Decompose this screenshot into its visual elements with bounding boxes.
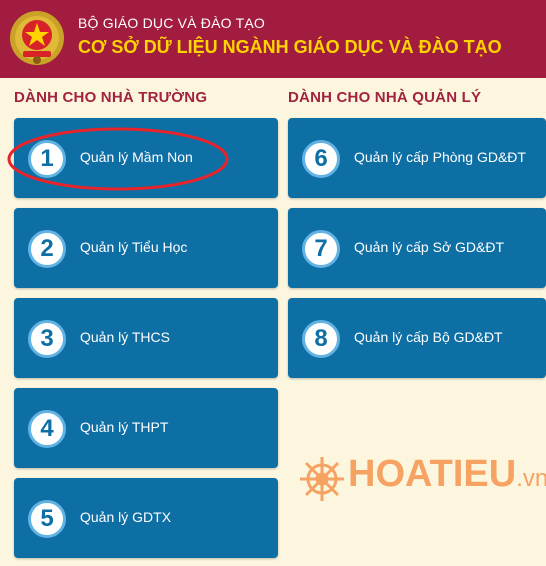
card-number: 5	[28, 500, 66, 538]
watermark-text: HOATIEU.vn	[348, 453, 546, 496]
card-phong-gddt[interactable]: 6 Quản lý cấp Phòng GD&ĐT	[288, 118, 546, 198]
managers-section-title: DÀNH CHO NHÀ QUẢN LÝ	[288, 89, 482, 106]
ministry-name: BỘ GIÁO DỤC VÀ ĐÀO TẠO	[78, 15, 265, 31]
schools-section-title: DÀNH CHO NHÀ TRƯỜNG	[14, 89, 208, 106]
card-number: 1	[28, 140, 66, 178]
card-number: 7	[302, 230, 340, 268]
card-tieu-hoc[interactable]: 2 Quản lý Tiểu Học	[14, 208, 278, 288]
card-label: Quản lý cấp Bộ GD&ĐT	[354, 329, 503, 345]
card-label: Quản lý Mầm Non	[80, 149, 193, 165]
card-number: 4	[28, 410, 66, 448]
watermark-suffix: .vn	[516, 465, 546, 492]
card-label: Quản lý THCS	[80, 329, 170, 345]
card-number: 2	[28, 230, 66, 268]
card-so-gddt[interactable]: 7 Quản lý cấp Sở GD&ĐT	[288, 208, 546, 288]
card-number: 8	[302, 320, 340, 358]
card-label: Quản lý Tiểu Học	[80, 239, 188, 255]
card-gdtx[interactable]: 5 Quản lý GDTX	[14, 478, 278, 558]
card-thpt[interactable]: 4 Quản lý THPT	[14, 388, 278, 468]
card-label: Quản lý cấp Sở GD&ĐT	[354, 239, 505, 255]
card-number: 3	[28, 320, 66, 358]
watermark-brand: HOATIEU	[348, 453, 517, 495]
page-title: CƠ SỞ DỮ LIỆU NGÀNH GIÁO DỤC VÀ ĐÀO TẠO	[78, 37, 502, 57]
card-number: 6	[302, 140, 340, 178]
card-bo-gddt[interactable]: 8 Quản lý cấp Bộ GD&ĐT	[288, 298, 546, 378]
card-mam-non[interactable]: 1 Quản lý Mầm Non	[14, 118, 278, 198]
header: BỘ GIÁO DỤC VÀ ĐÀO TẠO CƠ SỞ DỮ LIỆU NGÀ…	[0, 0, 546, 78]
card-label: Quản lý cấp Phòng GD&ĐT	[354, 149, 526, 165]
watermark: HOATIEU.vn	[298, 447, 546, 507]
card-label: Quản lý THPT	[80, 419, 169, 435]
ship-wheel-icon	[300, 457, 344, 501]
card-label: Quản lý GDTX	[80, 509, 172, 525]
national-emblem-icon	[10, 11, 64, 65]
card-thcs[interactable]: 3 Quản lý THCS	[14, 298, 278, 378]
